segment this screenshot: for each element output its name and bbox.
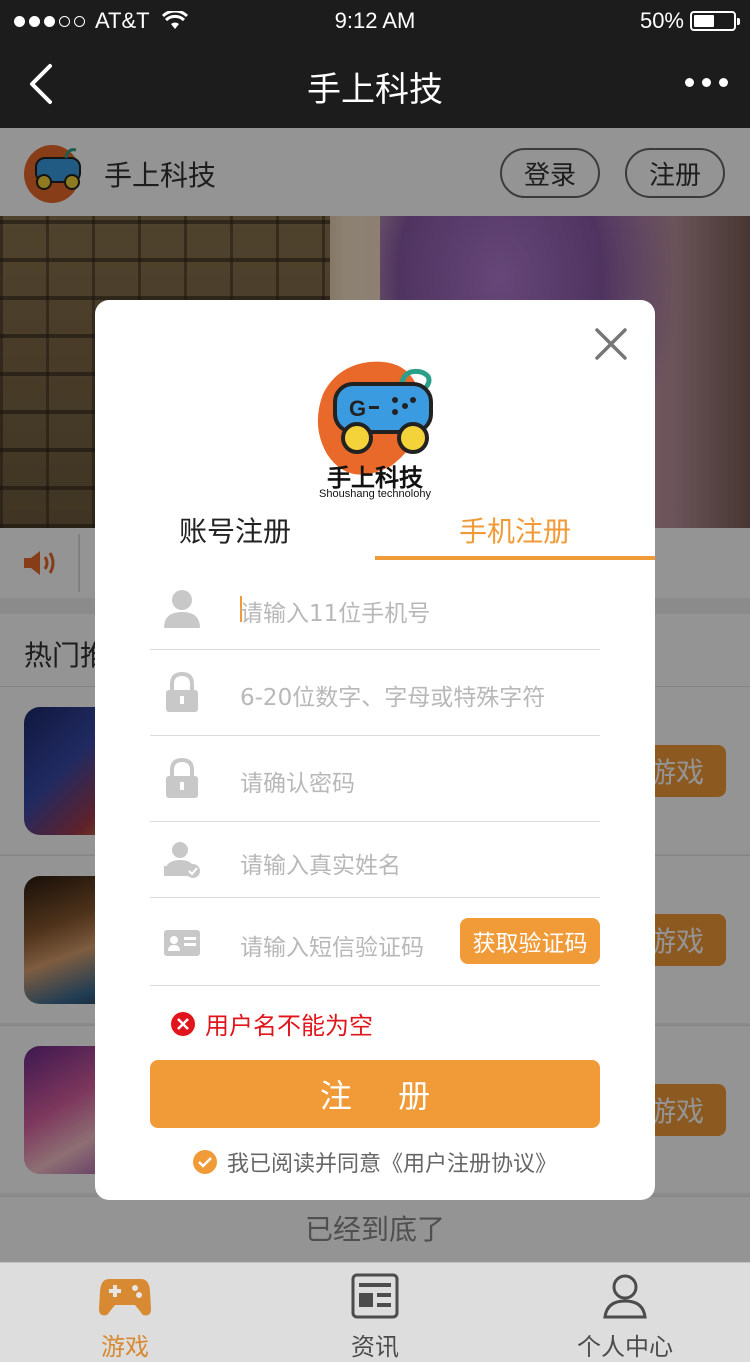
nav-title: 手上科技 [307, 70, 443, 110]
get-sms-code-button[interactable]: 获取验证码 [460, 918, 600, 964]
realname-field[interactable]: 请输入真实姓名 [150, 822, 600, 898]
more-icon[interactable] [685, 78, 728, 87]
status-time: 9:12 AM [334, 8, 416, 33]
status-bar: AT&T 9:12 AM 50% [0, 0, 750, 40]
phone-field[interactable]: 请输入11位手机号 [150, 568, 600, 650]
nav-bar: 手上科技 [0, 40, 750, 128]
modal-backdrop-tabbar [0, 1262, 750, 1362]
svg-text:G: G [349, 396, 366, 421]
register-dialog: G 手上科技 Shoushang technolohy 账号注册 手机注册 请输… [95, 300, 655, 1200]
password-placeholder: 6-20位数字、字母或特殊字符 [240, 685, 546, 711]
sms-code-field[interactable]: 请输入短信验证码 获取验证码 [150, 898, 600, 986]
user-icon [164, 590, 200, 628]
error-icon [171, 1011, 195, 1036]
confirm-password-field[interactable]: 请确认密码 [150, 736, 600, 822]
close-icon[interactable] [593, 326, 629, 362]
lock-icon [166, 672, 198, 712]
password-field[interactable]: 6-20位数字、字母或特殊字符 [150, 650, 600, 736]
error-text: 用户名不能为空 [205, 1012, 373, 1040]
battery-percent: 50% [639, 8, 684, 33]
verified-user-icon [164, 842, 200, 878]
phone-placeholder: 请输入11位手机号 [240, 601, 431, 627]
logo-subtitle: Shoushang technolohy [319, 488, 431, 500]
confirm-placeholder: 请确认密码 [240, 771, 355, 797]
sms-placeholder: 请输入短信验证码 [240, 935, 424, 961]
checkbox-checked-icon[interactable] [192, 1150, 217, 1174]
battery-status: 50% [639, 8, 740, 34]
battery-icon [690, 11, 740, 31]
tab-phone-register[interactable]: 手机注册 [375, 510, 655, 560]
submit-register-button[interactable]: 注 册 [150, 1060, 600, 1128]
agreement-row[interactable]: 我已阅读并同意《用户注册协议》 [95, 1146, 655, 1178]
realname-placeholder: 请输入真实姓名 [240, 853, 401, 879]
error-message: 用户名不能为空 [171, 1006, 373, 1041]
lock-icon [166, 758, 198, 798]
id-card-icon [164, 930, 200, 956]
agreement-text[interactable]: 我已阅读并同意《用户注册协议》 [227, 1146, 557, 1178]
register-tabs: 账号注册 手机注册 [95, 510, 655, 560]
tab-account-register[interactable]: 账号注册 [95, 510, 375, 560]
